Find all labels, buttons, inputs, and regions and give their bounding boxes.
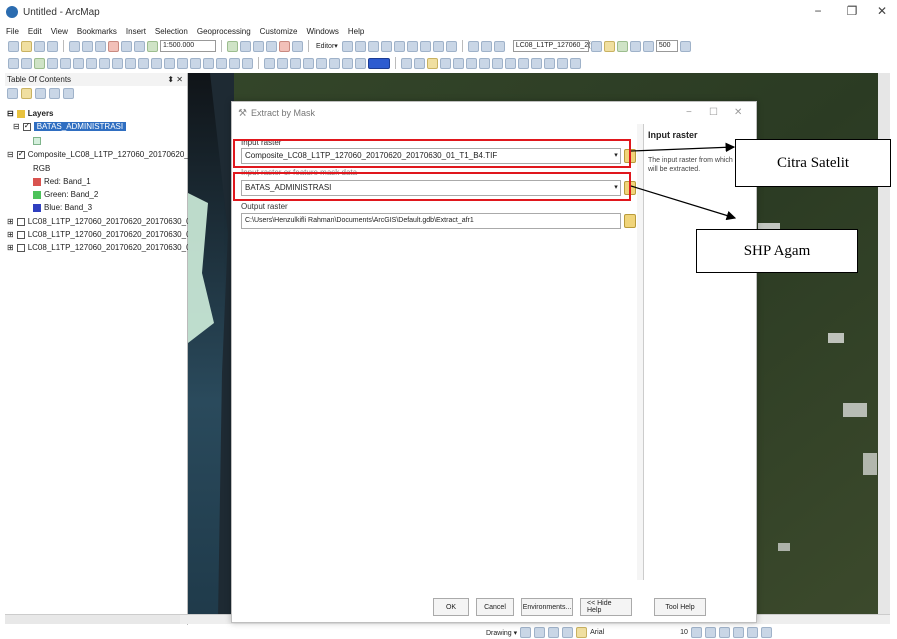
citra-satelit-callout: Citra Satelit [735, 139, 891, 187]
arrow-to-shp [630, 185, 737, 221]
shp-agam-callout: SHP Agam [696, 229, 858, 273]
arrow-to-citra [630, 142, 736, 153]
annotation-arrows [630, 142, 737, 221]
